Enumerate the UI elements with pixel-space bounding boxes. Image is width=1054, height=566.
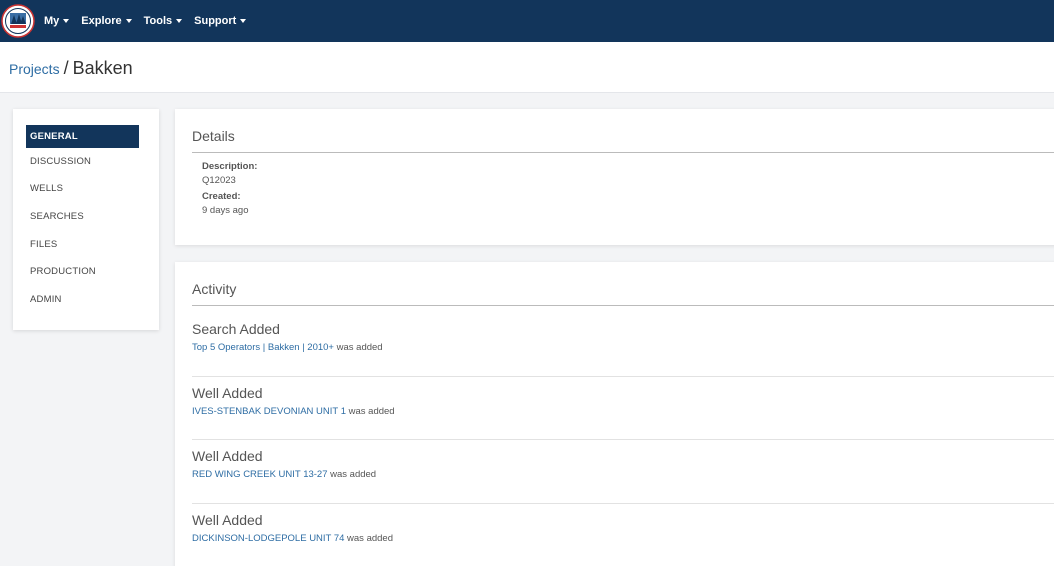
caret-down-icon — [240, 19, 247, 23]
nav-support[interactable]: Support — [194, 15, 247, 27]
sidebar-item-wells[interactable]: WELLS — [26, 177, 139, 200]
nav-my[interactable]: My — [44, 15, 70, 27]
breadcrumb: Projects / Bakken — [9, 58, 133, 79]
nav-explore-label: Explore — [81, 15, 122, 27]
sidebar-item-production[interactable]: PRODUCTION — [26, 260, 139, 283]
nav-explore[interactable]: Explore — [81, 15, 132, 27]
activity-item-suffix: was added — [345, 406, 395, 417]
logo-icon[interactable] — [1, 4, 35, 38]
activity-item: Well Added IVES-STENBAK DEVONIAN UNIT 1 … — [192, 385, 1054, 417]
sidebar: GENERAL DISCUSSION WELLS SEARCHES FILES … — [13, 109, 159, 330]
caret-down-icon — [63, 19, 70, 23]
caret-down-icon — [125, 19, 132, 23]
sidebar-item-discussion[interactable]: DISCUSSION — [26, 150, 139, 173]
activity-item: Well Added DICKINSON-LODGEPOLE UNIT 74 w… — [192, 512, 1054, 544]
activity-card: Activity Search Added Top 5 Operators | … — [175, 262, 1054, 566]
activity-item-link[interactable]: RED WING CREEK UNIT 13-27 — [192, 469, 328, 480]
breadcrumb-separator: / — [63, 58, 69, 78]
activity-item-title: Well Added — [192, 448, 263, 464]
activity-item-suffix: was added — [327, 469, 377, 480]
caret-down-icon — [176, 19, 183, 23]
activity-item-link[interactable]: DICKINSON-LODGEPOLE UNIT 74 — [192, 533, 344, 544]
activity-item-link[interactable]: IVES-STENBAK DEVONIAN UNIT 1 — [192, 406, 346, 417]
nav-support-label: Support — [194, 15, 237, 27]
activity-item-title: Well Added — [192, 512, 263, 528]
sidebar-item-files[interactable]: FILES — [26, 233, 139, 256]
top-navbar: My Explore Tools Support — [0, 0, 1054, 42]
details-title: Details — [192, 128, 235, 144]
created-label: Created: — [202, 191, 241, 202]
nav-my-label: My — [44, 15, 60, 27]
activity-item: Search Added Top 5 Operators | Bakken | … — [192, 321, 1054, 353]
sidebar-item-general[interactable]: GENERAL — [26, 125, 139, 148]
details-card: Details Description: Q12023 Created: 9 d… — [175, 109, 1054, 245]
activity-separator — [192, 439, 1054, 440]
activity-divider — [192, 305, 1054, 306]
breadcrumb-bar: Projects / Bakken — [0, 42, 1054, 93]
activity-separator — [192, 376, 1054, 377]
description-value: Q12023 — [202, 175, 236, 186]
sidebar-item-searches[interactable]: SEARCHES — [26, 205, 139, 228]
description-label: Description: — [202, 161, 258, 172]
page-title: Bakken — [72, 58, 133, 78]
activity-separator — [192, 503, 1054, 504]
activity-item-link[interactable]: Top 5 Operators | Bakken | 2010+ — [192, 342, 334, 353]
activity-item-suffix: was added — [344, 533, 393, 544]
sidebar-item-admin[interactable]: ADMIN — [26, 288, 139, 311]
details-divider — [192, 152, 1054, 153]
nav-tools-label: Tools — [143, 15, 173, 27]
breadcrumb-projects-link[interactable]: Projects — [9, 61, 60, 77]
activity-item-title: Well Added — [192, 385, 263, 401]
activity-item-suffix: was added — [333, 342, 383, 353]
activity-item-title: Search Added — [192, 321, 280, 337]
nav-tools[interactable]: Tools — [144, 15, 183, 27]
created-value: 9 days ago — [202, 205, 249, 216]
activity-item: Well Added RED WING CREEK UNIT 13-27 was… — [192, 448, 1054, 480]
activity-title: Activity — [192, 281, 237, 297]
